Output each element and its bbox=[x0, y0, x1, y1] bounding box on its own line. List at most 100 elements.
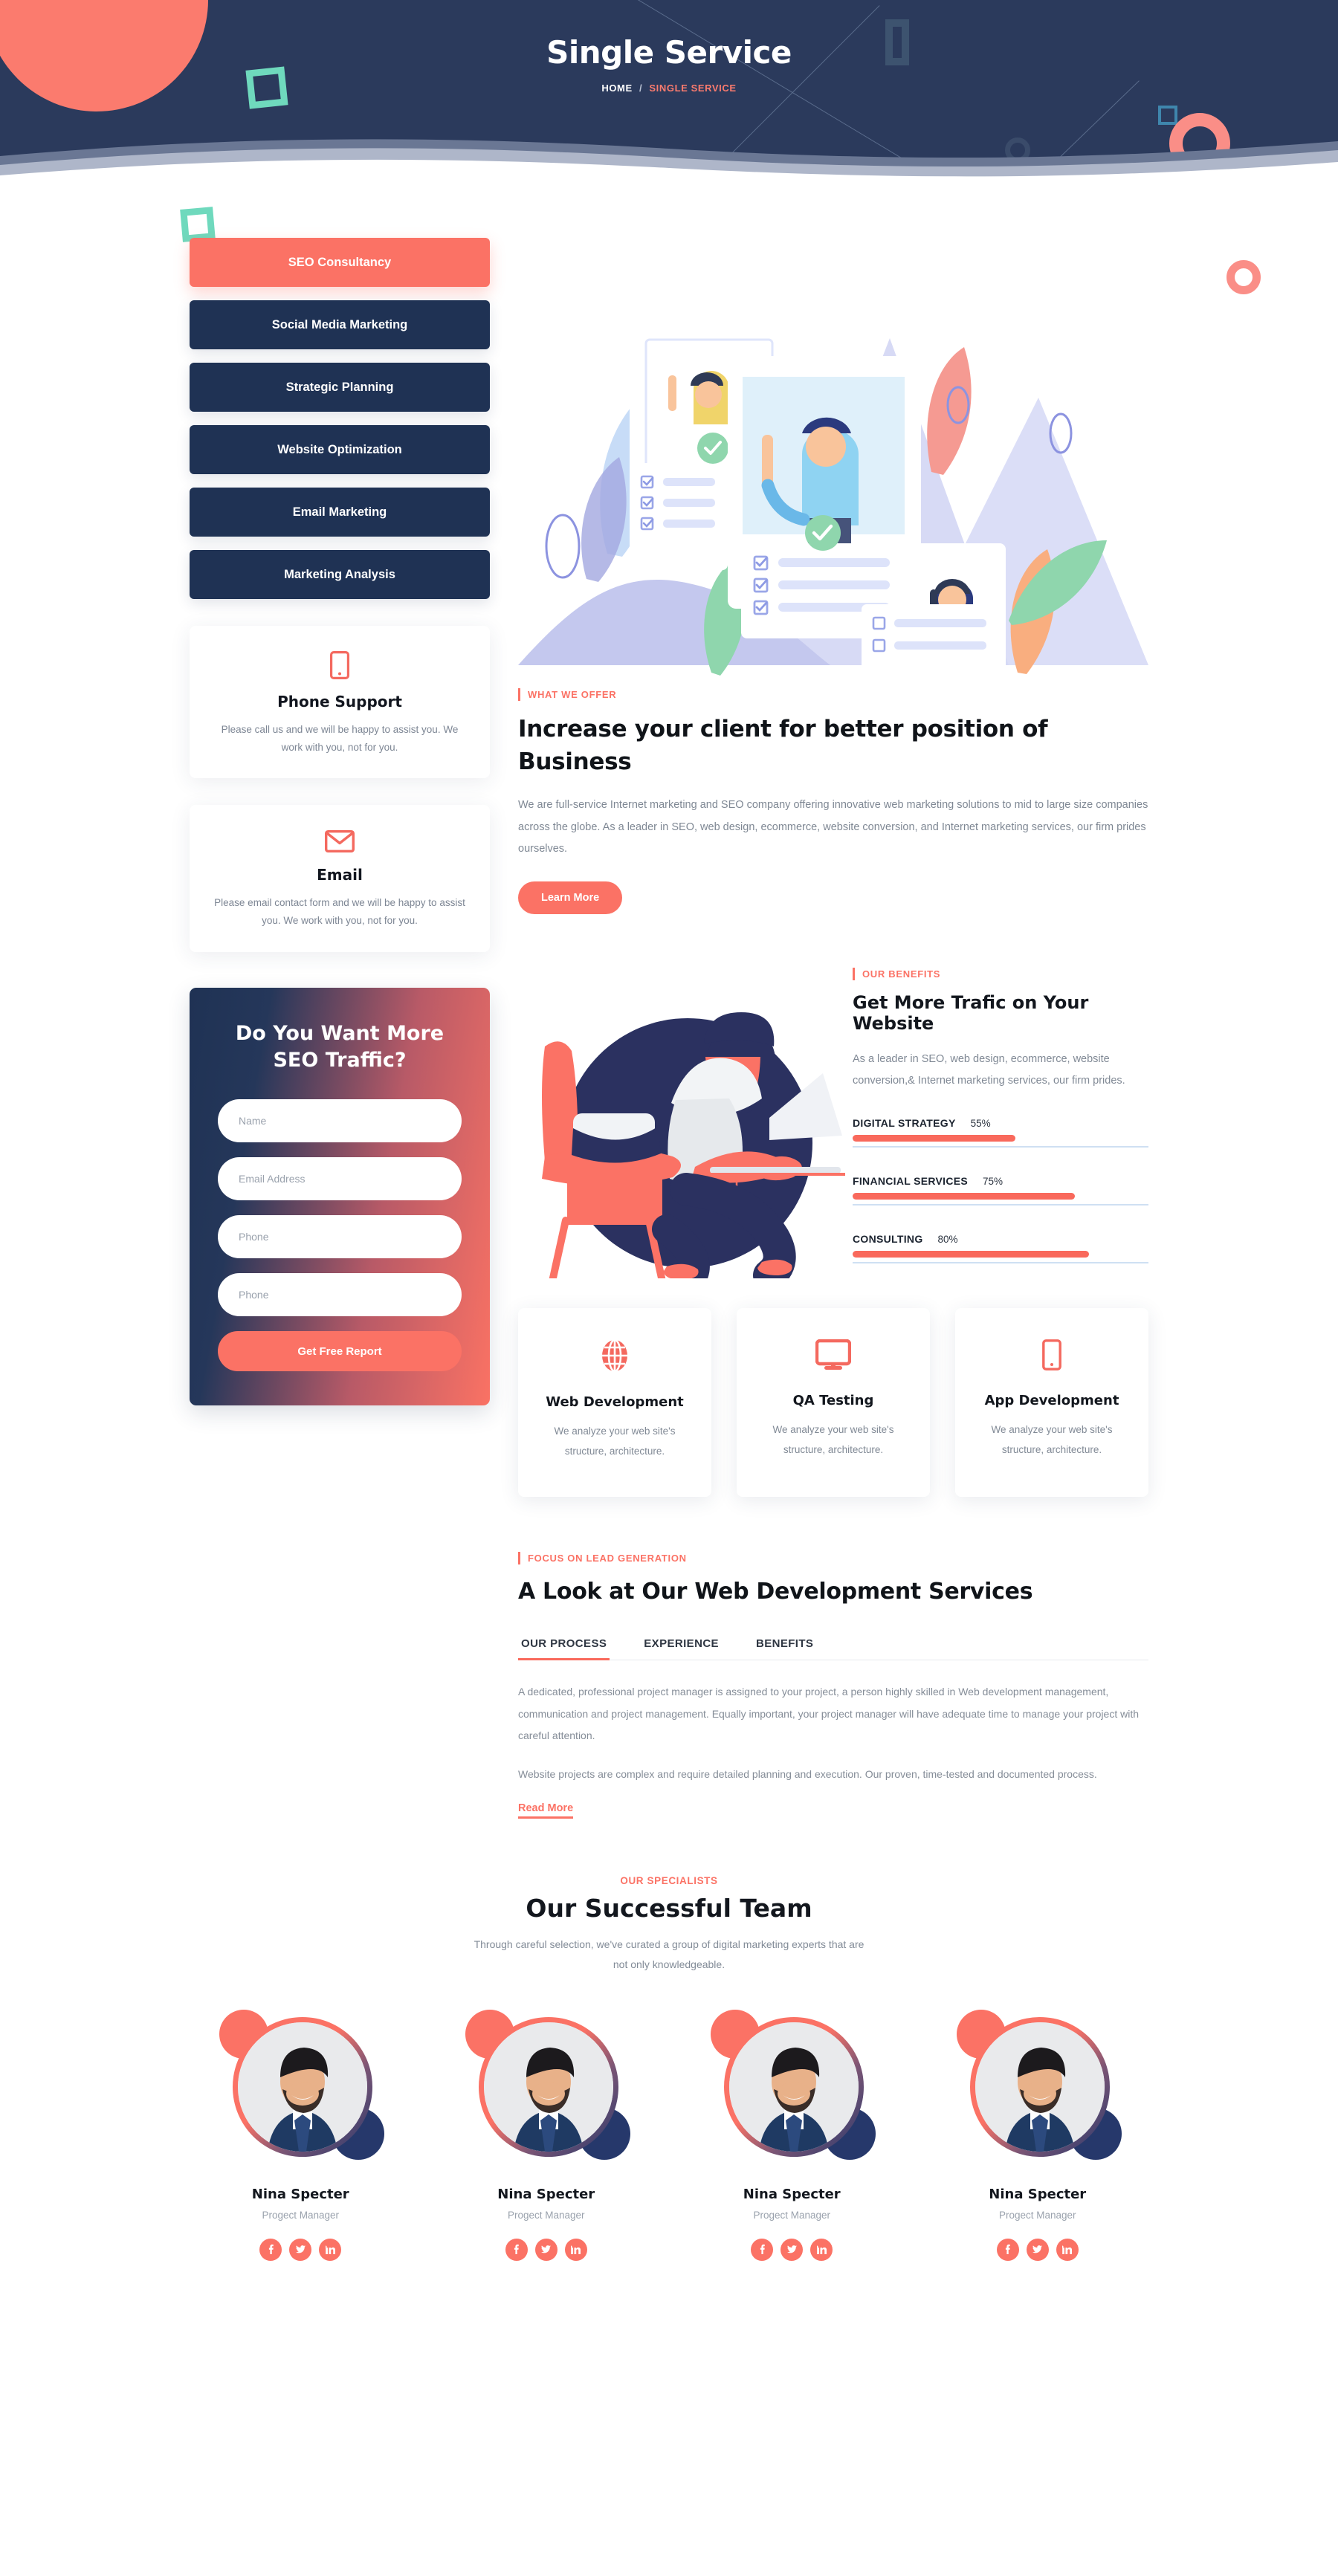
linkedin-icon[interactable] bbox=[1056, 2238, 1079, 2261]
read-more-link[interactable]: Read More bbox=[518, 1802, 574, 1819]
page-root: Single Service HOME / SINGLE SERVICE SEO… bbox=[0, 0, 1338, 2576]
phone-support-card: Phone Support Please call us and we will… bbox=[190, 626, 490, 779]
offer-heading: Increase your client for better position… bbox=[518, 716, 1048, 776]
what-we-offer-section: WHAT WE OFFER Increase your client for b… bbox=[518, 688, 1148, 915]
member-name: Nina Specter bbox=[743, 2186, 841, 2202]
team-section: OUR SPECIALISTS Our Successful Team Thro… bbox=[190, 1875, 1148, 2261]
email-input[interactable] bbox=[218, 1157, 462, 1201]
member-socials bbox=[681, 2238, 903, 2261]
linkedin-icon[interactable] bbox=[810, 2238, 833, 2261]
team-member-card: Nina Specter Progect Manager bbox=[436, 2009, 658, 2261]
twitter-icon[interactable] bbox=[1026, 2238, 1049, 2261]
avatar bbox=[219, 2009, 385, 2161]
skill-track bbox=[853, 1262, 1148, 1264]
decor-blue-square bbox=[1158, 106, 1177, 125]
team-grid: Nina Specter Progect Manager Nina Specte… bbox=[190, 2009, 1149, 2261]
skill-fill bbox=[853, 1135, 1015, 1142]
twitter-icon[interactable] bbox=[534, 2238, 558, 2261]
linkedin-icon[interactable] bbox=[564, 2238, 587, 2261]
skill-track bbox=[853, 1204, 1148, 1206]
tab-experience[interactable]: EXPERIENCE bbox=[641, 1637, 722, 1660]
skill-label: DIGITAL STRATEGY bbox=[853, 1117, 956, 1130]
member-socials bbox=[927, 2238, 1149, 2261]
sidebar-item-website-optimization[interactable]: Website Optimization bbox=[190, 425, 490, 474]
skill-bar-financial-services: FINANCIAL SERVICES 75% bbox=[853, 1175, 1148, 1206]
breadcrumb: HOME / SINGLE SERVICE bbox=[0, 82, 1338, 94]
member-photo bbox=[975, 2022, 1105, 2152]
member-name: Nina Specter bbox=[251, 2186, 349, 2202]
offer-eyebrow-text: WHAT WE OFFER bbox=[528, 689, 617, 700]
member-photo bbox=[483, 2022, 613, 2152]
tab-benefits[interactable]: BENEFITS bbox=[753, 1637, 816, 1660]
breadcrumb-separator: / bbox=[639, 82, 643, 94]
sidebar-item-seo-consultancy[interactable]: SEO Consultancy bbox=[190, 238, 490, 287]
benefits-eyebrow: OUR BENEFITS bbox=[853, 968, 1148, 981]
member-role: Progect Manager bbox=[262, 2209, 340, 2221]
skill-label: CONSULTING bbox=[853, 1233, 923, 1246]
decor-coral-ring-outline bbox=[1226, 260, 1261, 294]
skill-value: 75% bbox=[983, 1176, 1003, 1188]
offer-paragraph: We are full-service Internet marketing a… bbox=[518, 799, 1148, 855]
service-card-title: QA Testing bbox=[792, 1393, 874, 1409]
phone-input-2[interactable] bbox=[218, 1273, 462, 1317]
hero-wave-divider bbox=[0, 139, 1338, 186]
mobile-phone-icon bbox=[972, 1339, 1132, 1371]
our-benefits-section: OUR BENEFITS Get More Trafic on Your Web… bbox=[518, 944, 1148, 1292]
service-card-web-development[interactable]: Web Development We analyze your web site… bbox=[518, 1308, 711, 1497]
sidebar-item-marketing-analysis[interactable]: Marketing Analysis bbox=[190, 550, 490, 599]
team-member-card: Nina Specter Progect Manager bbox=[927, 2009, 1149, 2261]
facebook-icon[interactable] bbox=[751, 2238, 774, 2261]
member-photo bbox=[238, 2022, 368, 2152]
eyebrow-bar-icon bbox=[853, 968, 855, 981]
mobile-phone-icon bbox=[212, 651, 468, 679]
offer-eyebrow: WHAT WE OFFER bbox=[518, 688, 1148, 701]
twitter-icon[interactable] bbox=[289, 2238, 312, 2261]
phone-support-text: Please call us and we will be happy to a… bbox=[221, 724, 459, 753]
service-card-text: We analyze your web site's structure, ar… bbox=[554, 1425, 676, 1457]
service-list-nav: SEO Consultancy Social Media Marketing S… bbox=[190, 238, 490, 599]
learn-more-button[interactable]: Learn More bbox=[518, 881, 623, 915]
lead-generation-section: FOCUS ON LEAD GENERATION A Look at Our W… bbox=[518, 1551, 1148, 1819]
twitter-icon[interactable] bbox=[780, 2238, 804, 2261]
decor-teal-square bbox=[180, 207, 216, 242]
email-card-title: Email bbox=[317, 866, 363, 884]
breadcrumb-home-link[interactable]: HOME bbox=[601, 82, 632, 94]
email-card: Email Please email contact form and we w… bbox=[190, 805, 490, 952]
skill-bar-digital-strategy: DIGITAL STRATEGY 55% bbox=[853, 1117, 1148, 1148]
member-name: Nina Specter bbox=[989, 2186, 1087, 2202]
skill-value: 55% bbox=[970, 1118, 991, 1130]
breadcrumb-current: SINGLE SERVICE bbox=[649, 82, 737, 94]
facebook-icon[interactable] bbox=[996, 2238, 1019, 2261]
lead-paragraph-2: Website projects are complex and require… bbox=[518, 1767, 1097, 1780]
avatar bbox=[956, 2009, 1122, 2161]
page-title: Single Service bbox=[546, 34, 792, 71]
service-cards-row: Web Development We analyze your web site… bbox=[518, 1308, 1148, 1497]
eyebrow-bar-icon bbox=[518, 1551, 520, 1564]
member-role: Progect Manager bbox=[753, 2209, 831, 2221]
sidebar-item-strategic-planning[interactable]: Strategic Planning bbox=[190, 363, 490, 412]
member-role: Progect Manager bbox=[998, 2209, 1076, 2221]
lead-paragraph-1: A dedicated, professional project manage… bbox=[518, 1686, 1139, 1742]
globe-icon bbox=[534, 1339, 695, 1373]
facebook-icon[interactable] bbox=[259, 2238, 282, 2261]
phone-input-1[interactable] bbox=[218, 1215, 462, 1259]
name-input[interactable] bbox=[218, 1099, 462, 1143]
linkedin-icon[interactable] bbox=[319, 2238, 342, 2261]
cta-title: Do You Want More SEO Traffic? bbox=[235, 1021, 445, 1072]
tab-panel-our-process: A dedicated, professional project manage… bbox=[518, 1660, 1148, 1819]
service-card-app-development[interactable]: App Development We analyze your web site… bbox=[955, 1308, 1148, 1497]
service-hero-illustration bbox=[518, 238, 1148, 676]
tab-our-process[interactable]: OUR PROCESS bbox=[518, 1637, 610, 1661]
get-free-report-button[interactable]: Get Free Report bbox=[218, 1331, 462, 1372]
team-member-card: Nina Specter Progect Manager bbox=[190, 2009, 412, 2261]
sidebar-item-email-marketing[interactable]: Email Marketing bbox=[190, 488, 490, 537]
service-card-qa-testing[interactable]: QA Testing We analyze your web site's st… bbox=[737, 1308, 930, 1497]
member-socials bbox=[436, 2238, 658, 2261]
lead-heading: A Look at Our Web Development Services bbox=[518, 1578, 1033, 1605]
facebook-icon[interactable] bbox=[505, 2238, 528, 2261]
team-subtitle: Through careful selection, we've curated… bbox=[474, 1938, 864, 1971]
benefits-heading: Get More Trafic on Your Website bbox=[853, 992, 1089, 1035]
sidebar-item-social-media-marketing[interactable]: Social Media Marketing bbox=[190, 300, 490, 349]
avatar bbox=[711, 2009, 876, 2161]
skill-track bbox=[853, 1146, 1148, 1148]
